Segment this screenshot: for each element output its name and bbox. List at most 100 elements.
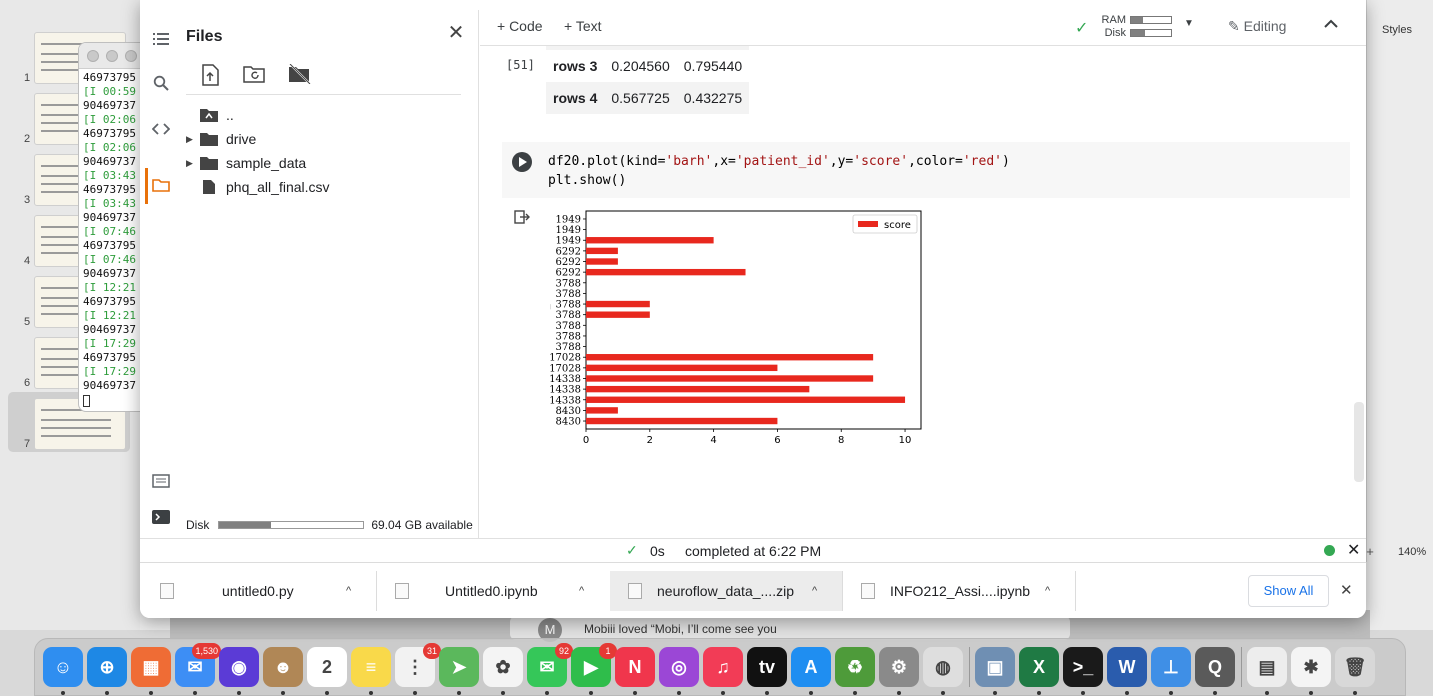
ram-usage-bar[interactable] [1130, 16, 1172, 24]
file-tree-item[interactable]: ▶ sample_data [186, 152, 306, 174]
disk-usage-fill-small [1131, 30, 1145, 36]
code-snippets-icon[interactable] [150, 118, 172, 140]
dock-divider [1241, 647, 1242, 687]
mindmap-icon[interactable]: ✱ [1291, 647, 1331, 687]
keynote-icon[interactable]: ⊥ [1151, 647, 1191, 687]
reminders-icon[interactable]: ⋮ 31 [395, 643, 441, 687]
minimize-window-icon[interactable] [106, 50, 118, 62]
quicktime-icon[interactable]: Q [1195, 647, 1235, 687]
close-icon[interactable]: ✕ [1340, 581, 1353, 599]
file-tree-item[interactable]: .. [186, 104, 234, 126]
folder-icon[interactable] [150, 174, 172, 196]
contacts-icon[interactable]: ☻ [263, 647, 303, 687]
unmount-drive-icon[interactable] [288, 63, 312, 88]
terminal-line: [I 12:21 [83, 281, 136, 294]
tv-icon[interactable]: tv [747, 647, 787, 687]
connected-check-icon: ✓ [1075, 20, 1089, 37]
safari-icon[interactable]: ⊕ [87, 647, 127, 687]
table-row: rows 3 0.204560 0.795440 [546, 50, 749, 82]
recycle-app-icon[interactable]: ♻ [835, 647, 875, 687]
downloads-bar: untitled0.py ^ Untitled0.ipynb ^ neurofl… [140, 562, 1366, 618]
dock-glyph: ◎ [671, 656, 687, 677]
dock-glyph: ✱ [1303, 656, 1319, 677]
run-cell-button[interactable] [512, 152, 532, 172]
upload-file-icon[interactable] [200, 64, 224, 88]
running-indicator [1213, 691, 1217, 695]
chevron-up-icon[interactable]: ^ [1045, 585, 1050, 597]
terminal-window[interactable]: 46973795 [I 00:59 90469737 [I 02:06 46973795… [78, 42, 142, 412]
add-code-button[interactable]: + Code [497, 18, 543, 34]
search-icon[interactable] [150, 72, 172, 94]
scrollbar[interactable] [1354, 402, 1364, 482]
table-of-contents-icon[interactable] [150, 28, 172, 50]
maps-icon[interactable]: ➤ [439, 647, 479, 687]
siri-icon[interactable]: ◉ [219, 647, 259, 687]
messages-icon[interactable]: ✉ 92 [527, 643, 573, 687]
photos-icon[interactable]: ✿ [483, 647, 523, 687]
file-tree-item[interactable]: ▶ drive [186, 128, 256, 150]
app-store-icon[interactable]: A [791, 647, 831, 687]
styles-button[interactable]: Styles [1382, 24, 1412, 36]
expand-arrow-icon[interactable]: ▶ [186, 158, 200, 169]
download-name: INFO212_Assi....ipynb [890, 583, 1031, 599]
dock-glyph: ♫ [716, 656, 730, 677]
word-icon[interactable]: W [1107, 647, 1147, 687]
disk-label: Disk [186, 518, 210, 532]
terminal-icon[interactable]: >_ [1063, 647, 1103, 687]
zoom-level[interactable]: 140% [1398, 546, 1426, 558]
close-icon[interactable]: ✕ [1347, 540, 1360, 560]
download-item[interactable]: Untitled0.ipynb ^ [377, 571, 609, 611]
run-duration: 0s [650, 543, 665, 559]
chrome-icon[interactable]: ◍ [923, 647, 963, 687]
chevron-up-icon[interactable]: ^ [579, 585, 584, 597]
disk-usage-bar-small[interactable] [1130, 29, 1172, 37]
output-actions-icon[interactable] [514, 210, 530, 228]
add-text-button[interactable]: + Text [564, 18, 602, 34]
download-item[interactable]: neuroflow_data_....zip ^ [610, 571, 842, 611]
finder-icon[interactable]: ☺ [43, 647, 83, 687]
notes-icon[interactable]: ≡ [351, 647, 391, 687]
close-window-icon[interactable] [87, 50, 99, 62]
dock-glyph: X [1032, 656, 1045, 677]
resource-labels[interactable]: RAM Disk [1096, 14, 1126, 40]
command-palette-icon[interactable] [150, 470, 172, 492]
chevron-up-icon[interactable]: ^ [346, 585, 351, 597]
terminal-icon[interactable] [150, 506, 172, 528]
preview-icon[interactable]: ▣ [975, 647, 1015, 687]
show-all-button[interactable]: Show All [1248, 575, 1329, 607]
y-tick-label: 3788 [556, 342, 581, 353]
download-item[interactable]: untitled0.py ^ [140, 571, 376, 611]
code-cell[interactable]: df20.plot(kind='barh',x='patient_id',y='… [502, 142, 1350, 198]
launchpad-icon[interactable]: ▦ [131, 647, 171, 687]
refresh-folder-icon[interactable] [243, 64, 267, 88]
code-editor[interactable]: df20.plot(kind='barh',x='patient_id',y='… [548, 152, 1010, 190]
dock-divider [969, 647, 970, 687]
chevron-up-icon[interactable]: ^ [812, 585, 817, 597]
terminal-line: [I 02:06 [83, 113, 136, 126]
running-indicator [105, 691, 109, 695]
excel-icon[interactable]: X [1019, 647, 1059, 687]
chevron-down-icon[interactable]: ▼ [1184, 18, 1194, 29]
archive-icon[interactable]: ▤ [1247, 647, 1287, 687]
y-tick-label: 17028 [550, 363, 581, 374]
terminal-line: [I 07:46 [83, 253, 136, 266]
editing-mode-button[interactable]: ✎ Editing [1228, 18, 1286, 35]
file-tree-item[interactable]: phq_all_final.csv [186, 176, 330, 198]
facetime-icon[interactable]: ▶ 1 [571, 643, 617, 687]
calendar-icon[interactable]: 2 [307, 647, 347, 687]
trash-icon[interactable]: 🗑 [1335, 647, 1375, 687]
zoom-window-icon[interactable] [125, 50, 137, 62]
terminal-output: 46973795 [I 00:59 90469737 [I 02:06 46973795… [79, 69, 141, 411]
mail-icon[interactable]: ✉ 1,530 [175, 643, 221, 687]
close-icon[interactable]: ✕ [445, 22, 467, 44]
news-icon[interactable]: N [615, 647, 655, 687]
expand-arrow-icon[interactable]: ▶ [186, 134, 200, 145]
download-item[interactable]: INFO212_Assi....ipynb ^ [843, 571, 1075, 611]
file-tree-label: phq_all_final.csv [226, 179, 330, 195]
chevron-up-icon[interactable] [1324, 16, 1338, 32]
y-tick-label: 3788 [556, 310, 581, 321]
music-icon[interactable]: ♫ [703, 647, 743, 687]
podcasts-icon[interactable]: ◎ [659, 647, 699, 687]
system-preferences-icon[interactable]: ⚙ [879, 647, 919, 687]
bar [586, 311, 650, 318]
